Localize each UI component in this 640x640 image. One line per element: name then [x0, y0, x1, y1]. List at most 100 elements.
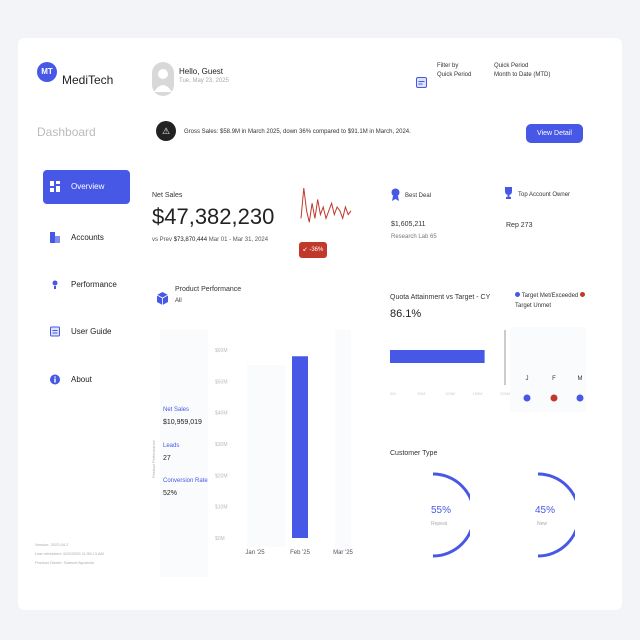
y-tick-label: $50M: [215, 379, 228, 385]
kpi-conversion-label: Conversion Rate: [163, 478, 208, 484]
view-detail-button[interactable]: View Detail: [526, 124, 583, 143]
product-perf-filter[interactable]: All: [175, 298, 182, 304]
sparkline-series: [300, 187, 352, 223]
product-perf-bar-chart: $60M $50M $40M $30M $20M $10M $0M Jan '25 Feb '2…: [215, 348, 354, 556]
alert-icon: ⚠: [156, 121, 176, 141]
kpi-panel: [160, 330, 208, 577]
change-badge: ↙ -36%: [299, 242, 327, 258]
x-tick-label: Mar '25: [333, 550, 353, 556]
best-deal-value: $1,605,211: [391, 221, 426, 228]
month-label: F: [552, 376, 556, 382]
book-icon: [50, 326, 60, 337]
sidebar-item-accounts[interactable]: Accounts: [43, 221, 130, 255]
kpi-leads-label: Leads: [163, 443, 180, 449]
filter-by-label: Filter by: [437, 63, 459, 69]
net-sales-value: $47,382,230: [152, 204, 275, 229]
quick-period-value: Month to Date (MTD): [494, 72, 551, 78]
sidebar-item-about[interactable]: About: [43, 363, 130, 397]
info-icon: [50, 374, 60, 385]
calendar-filter-icon[interactable]: [416, 76, 427, 88]
legend-met-dot: [515, 292, 520, 297]
sidebar-item-user-guide[interactable]: User Guide: [43, 315, 130, 349]
sidebar-item-performance[interactable]: Performance: [43, 268, 130, 302]
best-deal-account: Research Lab 65: [391, 234, 437, 240]
top-owner-value: Rep 273: [506, 222, 533, 229]
quota-chart: 0M 50M 100M 150M 200M J F M: [390, 330, 584, 402]
quota-title: Quota Attainment vs Target - CY: [390, 294, 491, 301]
sidebar-item-label: Performance: [71, 280, 117, 289]
x-tick-label: Jan '25: [245, 550, 265, 556]
net-sales-comparison: vs Prev $73,870,444 Mar 01 - Mar 31, 202…: [152, 237, 268, 243]
vs-label: vs Prev: [152, 237, 173, 243]
top-owner-label: Top Account Owner: [518, 192, 571, 198]
building-icon: [50, 232, 60, 243]
greeting: Hello, Guest: [179, 67, 224, 76]
month-label: J: [526, 376, 529, 382]
legend-met: Target Met/Exceeded: [515, 292, 585, 302]
repeat-label: Repeat: [431, 521, 448, 527]
new-pct: 45%: [535, 505, 556, 516]
x-tick-label: 50M: [418, 391, 426, 396]
filter-by[interactable]: Filter by Quick Period: [437, 62, 471, 80]
quota-value: 86.1%: [390, 308, 422, 320]
sidebar-item-label: About: [71, 375, 92, 384]
y-tick-label: $40M: [215, 411, 228, 417]
legend-unmet-dot: [579, 292, 585, 297]
period: Mar 01 - Mar 31, 2024: [208, 237, 269, 243]
brand-logo: MT: [37, 62, 57, 82]
change-value: -36%: [309, 247, 324, 253]
y-tick-label: $0M: [215, 536, 225, 542]
sidebar-item-overview[interactable]: Overview: [43, 170, 130, 204]
product-perf-title: Product Performance: [175, 286, 242, 293]
bulb-icon: [52, 280, 58, 289]
kpi-net-sales-value: $10,959,019: [163, 419, 202, 426]
month-status-dot[interactable]: [550, 394, 558, 402]
trophy-icon: [505, 187, 512, 199]
y-tick-label: $10M: [215, 505, 228, 511]
user-avatar[interactable]: [152, 62, 174, 96]
month-label: M: [578, 376, 583, 382]
award-icon: [391, 188, 400, 201]
bar-chart-marks: $60M $50M $40M $30M $20M $10M $0M Jan '25 Feb '2…: [215, 348, 354, 556]
y-tick-label: $60M: [215, 348, 228, 354]
legend-unmet-label: Target Unmet: [515, 302, 552, 309]
best-deal-label: Best Deal: [405, 193, 432, 199]
net-sales-label: Net Sales: [152, 192, 183, 199]
last-refreshed-text: Last refreshed: 4/25/2025 11:55:13 AM: [35, 551, 104, 556]
x-tick-label: 150M: [473, 391, 483, 396]
y-tick-label: $30M: [215, 442, 228, 448]
x-tick-label: 100M: [445, 391, 455, 396]
current-date: Tue, May 23, 2025: [179, 78, 229, 84]
legend-met-label: Target Met/Exceeded: [521, 293, 579, 299]
customer-type-title: Customer Type: [390, 450, 438, 457]
repeat-pct: 55%: [431, 505, 452, 516]
quota-legend: Target Met/Exceeded Target Unmet: [515, 292, 585, 311]
product-owner-text: Product Owner: Samuel Apostolo: [35, 560, 94, 565]
x-tick-label: Feb '25: [290, 550, 310, 556]
kpi-conversion-value: 52%: [163, 490, 178, 497]
month-status-dot[interactable]: [523, 394, 531, 402]
quick-period-select[interactable]: Quick Period Month to Date (MTD): [494, 62, 550, 80]
alert-text: Gross Sales: $58.9M in March 2025, down …: [184, 129, 411, 135]
kpi-leads-value: 27: [163, 455, 171, 462]
page-title: Dashboard: [37, 125, 96, 139]
x-tick-label: 200M: [500, 391, 510, 396]
y-tick-label: $20M: [215, 473, 228, 479]
bar[interactable]: [292, 356, 308, 538]
net-sales-sparkline: [300, 187, 352, 223]
brand-name: MediTech: [62, 73, 114, 87]
x-tick-label: 0M: [390, 391, 396, 396]
sidebar-item-label: Accounts: [71, 233, 104, 242]
sidebar-item-label: Overview: [71, 182, 105, 191]
grid-icon: [50, 181, 60, 192]
month-status-dot[interactable]: [576, 394, 584, 402]
prev-value: $73,870,444: [173, 237, 208, 243]
new-label: New: [537, 521, 548, 527]
cube-icon: [157, 292, 168, 305]
quota-bar[interactable]: [390, 350, 485, 363]
sidebar-item-label: User Guide: [71, 327, 112, 336]
quota-chart-marks: 0M 50M 100M 150M 200M J F M: [390, 330, 584, 402]
version-text: Version: 2023.04.2: [35, 542, 69, 547]
filter-by-value: Quick Period: [437, 72, 472, 78]
kpi-net-sales-label: Net Sales: [163, 407, 190, 413]
